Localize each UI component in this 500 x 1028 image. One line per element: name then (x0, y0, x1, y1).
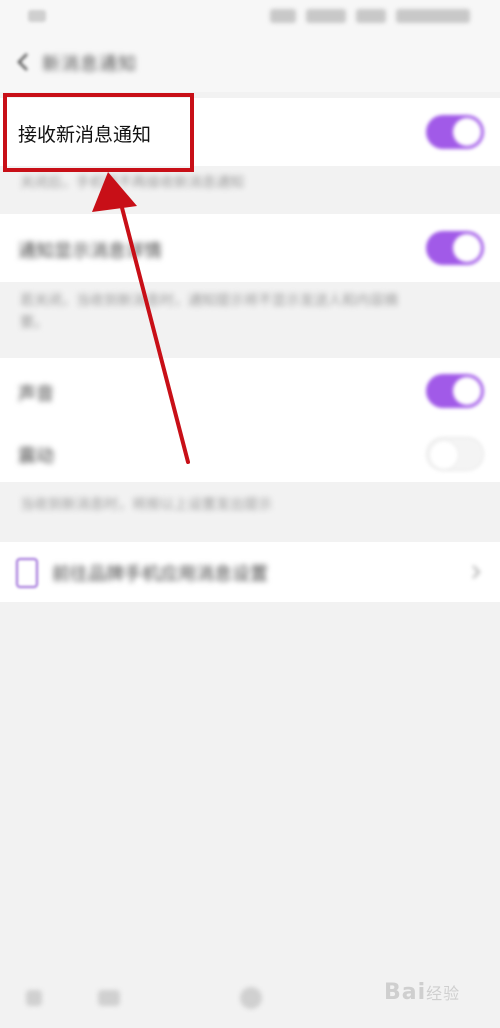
title-bar: 新消息通知 (0, 36, 500, 92)
receive-notifications-description: 关闭后，手机将不再接收新消息通知 (20, 175, 244, 191)
vibrate-toggle[interactable] (426, 437, 484, 471)
watermark-brand: Bai (384, 980, 427, 1005)
annotation-highlight-box (3, 93, 194, 172)
message-details-row[interactable]: 通知显示消息详情 (0, 214, 500, 282)
status-icons (270, 9, 470, 23)
message-details-toggle[interactable] (426, 231, 484, 265)
brand-settings-label: 前往品牌手机应用消息设置 (52, 564, 268, 585)
receive-notifications-toggle[interactable] (426, 115, 484, 149)
screen: 新消息通知 接收新消息通知 关闭后，手机将不再接收新消息通知 通知显示消息详情 … (0, 0, 500, 1028)
vibrate-label: 震动 (18, 446, 54, 467)
baidu-watermark: Bai经验 (384, 980, 460, 1005)
message-details-label: 通知显示消息详情 (18, 241, 162, 262)
sound-toggle[interactable] (426, 374, 484, 408)
phone-app-icon (16, 558, 38, 588)
nav-back-icon[interactable] (26, 990, 42, 1006)
sound-row[interactable]: 声音 (0, 358, 500, 424)
message-details-description: 若关闭，当收到新消息时，通知提示将不显示发送人和内容摘要。 (20, 293, 398, 331)
brand-settings-row[interactable]: 前往品牌手机应用消息设置 (0, 542, 500, 602)
nav-edit-icon[interactable] (98, 990, 120, 1006)
sound-label: 声音 (18, 384, 54, 405)
nav-home-icon[interactable] (240, 987, 262, 1009)
notification-icon (28, 10, 46, 22)
chevron-right-icon (472, 565, 481, 579)
chevron-left-icon[interactable] (14, 50, 34, 74)
sound-vibrate-description: 当收到新消息时，将按以上设置发出提示 (20, 497, 272, 513)
vibrate-row[interactable]: 震动 (0, 424, 500, 482)
page-title: 新消息通知 (42, 54, 137, 75)
status-bar (0, 0, 500, 36)
watermark-suffix: 经验 (426, 984, 461, 1003)
